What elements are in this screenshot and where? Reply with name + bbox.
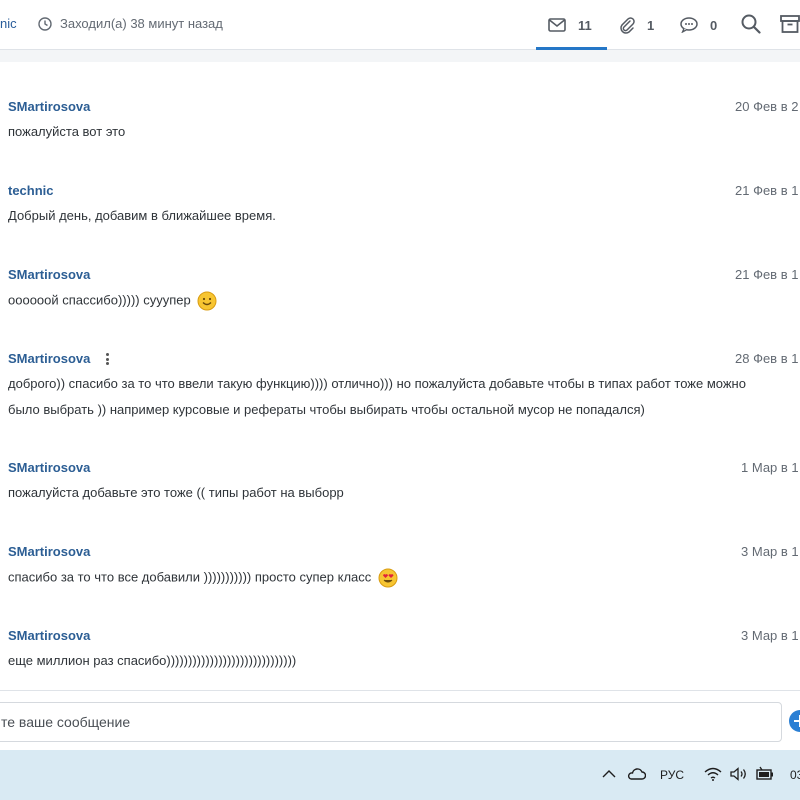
- message-menu-icon[interactable]: [106, 353, 109, 365]
- search-icon[interactable]: [741, 14, 761, 34]
- clock-icon: [38, 16, 52, 31]
- message-list[interactable]: SMartirosova 20 Фев в 2 пожалуйста вот э…: [0, 62, 800, 690]
- message-text: Добрый день, добавим в ближайшее время.: [8, 208, 276, 223]
- chat-page: nic Заходил(а) 38 минут назад 11 1 0 SMa…: [0, 0, 800, 800]
- wifi-icon[interactable]: [704, 767, 722, 781]
- message-date: 3 Мар в 1: [741, 628, 799, 643]
- message-text: оооооой спассибо))))) сууупер: [8, 292, 191, 308]
- message-author[interactable]: SMartirosova: [8, 351, 90, 366]
- message-date: 3 Мар в 1: [741, 544, 799, 559]
- archive-icon[interactable]: [780, 14, 800, 34]
- chat-header: nic Заходил(а) 38 минут назад 11 1 0: [0, 0, 800, 50]
- message-author[interactable]: SMartirosova: [8, 544, 90, 559]
- cloud-icon[interactable]: [626, 767, 646, 781]
- paperclip-icon: [620, 17, 635, 34]
- message-text: доброго)) спасибо за то что ввели такую …: [8, 376, 746, 391]
- language-indicator[interactable]: РУС: [660, 768, 684, 782]
- message-composer: [0, 690, 800, 750]
- message-date: 21 Фев в 1: [735, 267, 799, 282]
- message-text-row: спасибо за то что все добавили )))))))))…: [8, 568, 800, 588]
- message-text: пожалуйста вот это: [8, 124, 126, 139]
- message-text-continued: было выбрать )) например курсовые и рефе…: [8, 402, 645, 417]
- battery-icon[interactable]: [755, 766, 775, 782]
- message-author[interactable]: SMartirosova: [8, 460, 90, 475]
- mail-icon: [548, 18, 566, 32]
- tab-messages-count: 11: [578, 17, 592, 33]
- clock-time[interactable]: 03: [790, 768, 800, 782]
- message-input[interactable]: [0, 702, 782, 742]
- smile-emoji-icon: [197, 291, 217, 311]
- message-author[interactable]: SMartirosova: [8, 267, 90, 282]
- message-author[interactable]: SMartirosova: [8, 99, 90, 114]
- tab-sms-count: 0: [710, 17, 718, 33]
- speaker-icon[interactable]: [730, 767, 748, 781]
- os-taskbar: РУС 03: [0, 750, 800, 800]
- message-date: 1 Мар в 1: [741, 460, 799, 475]
- last-seen-text: Заходил(а) 38 минут назад: [60, 16, 223, 31]
- last-seen-status: Заходил(а) 38 минут назад: [38, 16, 223, 31]
- message-date: 21 Фев в 1: [735, 183, 799, 198]
- message-text: пожалуйста добавьте это тоже (( типы раб…: [8, 485, 344, 500]
- tab-messages[interactable]: 11: [548, 0, 592, 50]
- sms-icon: [680, 17, 698, 33]
- message-text-row: оооооой спассибо))))) сууупер: [8, 291, 800, 311]
- message-text: еще миллион раз спасибо)))))))))))))))))…: [8, 653, 297, 668]
- message-text: спасибо за то что все добавили )))))))))…: [8, 569, 372, 585]
- message-author[interactable]: technic: [8, 183, 54, 198]
- message-date: 28 Фев в 1: [735, 351, 799, 366]
- contact-name[interactable]: nic: [0, 16, 17, 31]
- tab-sms[interactable]: 0: [680, 0, 717, 50]
- heart-eyes-emoji-icon: [378, 568, 398, 588]
- message-date: 20 Фев в 2: [735, 99, 799, 114]
- tab-attachments-count: 1: [647, 17, 655, 33]
- tab-attachments[interactable]: 1: [619, 0, 654, 50]
- message-author[interactable]: SMartirosova: [8, 628, 90, 643]
- header-divider-strip: [0, 50, 800, 62]
- chevron-up-icon[interactable]: [602, 768, 616, 780]
